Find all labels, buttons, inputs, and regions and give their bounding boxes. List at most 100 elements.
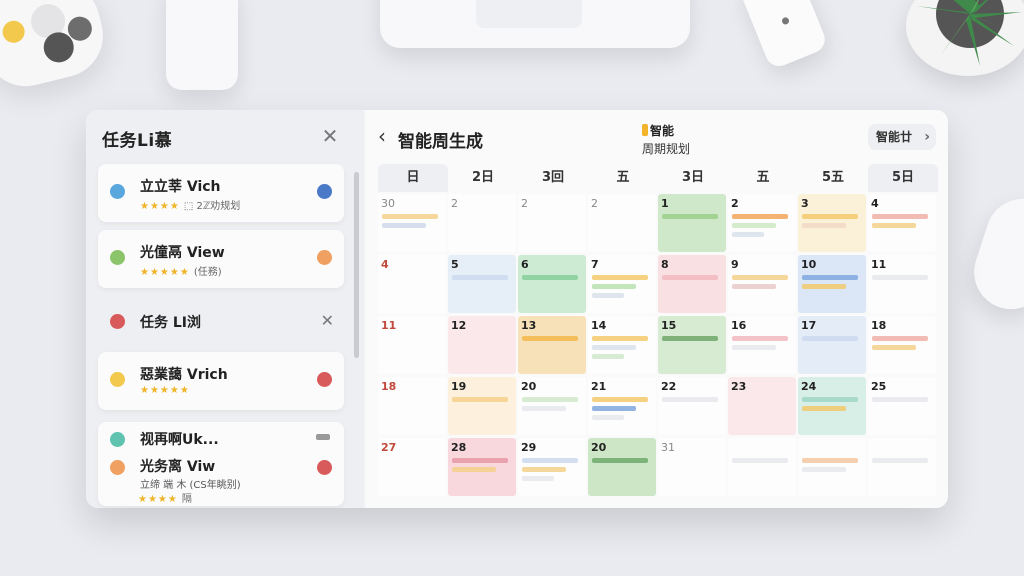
event-bar[interactable] xyxy=(732,232,764,237)
event-bar[interactable] xyxy=(732,336,788,341)
event-bar[interactable] xyxy=(522,458,578,463)
calendar-day-cell[interactable]: 18 xyxy=(378,377,446,435)
calendar-day-cell[interactable]: 12 xyxy=(448,316,516,374)
event-bar[interactable] xyxy=(662,214,718,219)
calendar-day-cell[interactable]: 7 xyxy=(588,255,656,313)
sidebar-scrollbar[interactable] xyxy=(354,172,359,358)
event-bar[interactable] xyxy=(522,397,578,402)
event-bar[interactable] xyxy=(522,275,578,280)
calendar-day-cell[interactable]: 23 xyxy=(728,377,796,435)
event-bar[interactable] xyxy=(732,284,776,289)
event-bar[interactable] xyxy=(732,275,788,280)
event-bar[interactable] xyxy=(592,397,648,402)
event-bar[interactable] xyxy=(802,214,858,219)
event-bar[interactable] xyxy=(802,467,846,472)
calendar-day-cell[interactable]: 13 xyxy=(518,316,586,374)
event-bar[interactable] xyxy=(662,275,718,280)
task-status-dot[interactable] xyxy=(317,372,332,387)
task-card[interactable]: 视再啊Uk... 光务离 Viw 立缔 端 木 (CS年眺别) ★★★★ 隔 xyxy=(98,422,344,506)
event-bar[interactable] xyxy=(522,467,566,472)
event-bar[interactable] xyxy=(592,415,624,420)
chevron-left-icon[interactable]: ‹ xyxy=(378,124,386,148)
event-bar[interactable] xyxy=(452,397,508,402)
calendar-day-cell[interactable]: 22 xyxy=(658,377,726,435)
event-bar[interactable] xyxy=(802,397,858,402)
event-bar[interactable] xyxy=(522,406,566,411)
calendar-day-cell[interactable]: 21 xyxy=(588,377,656,435)
event-bar[interactable] xyxy=(802,336,858,341)
calendar-day-cell[interactable]: 16 xyxy=(728,316,796,374)
event-bar[interactable] xyxy=(592,345,636,350)
calendar-day-cell[interactable]: 19 xyxy=(448,377,516,435)
event-bar[interactable] xyxy=(662,336,718,341)
event-bar[interactable] xyxy=(802,275,858,280)
calendar-day-cell[interactable]: 11 xyxy=(378,316,446,374)
calendar-day-cell[interactable] xyxy=(728,438,796,496)
calendar-day-cell[interactable] xyxy=(798,438,866,496)
event-bar[interactable] xyxy=(452,458,508,463)
event-bar[interactable] xyxy=(872,345,916,350)
calendar-day-cell[interactable]: 6 xyxy=(518,255,586,313)
event-bar[interactable] xyxy=(732,345,776,350)
event-bar[interactable] xyxy=(592,354,624,359)
calendar-day-cell[interactable]: 25 xyxy=(868,377,936,435)
event-bar[interactable] xyxy=(732,214,788,219)
calendar-day-cell[interactable]: 20 xyxy=(588,438,656,496)
event-bar[interactable] xyxy=(452,275,508,280)
event-bar[interactable] xyxy=(802,406,846,411)
calendar-day-cell[interactable]: 1 xyxy=(658,194,726,252)
task-card[interactable]: 立立莘 Vich ★★★★ ⬚ 2ℤ劝规划 xyxy=(98,164,344,222)
event-bar[interactable] xyxy=(872,275,928,280)
calendar-day-cell[interactable]: 5 xyxy=(448,255,516,313)
event-bar[interactable] xyxy=(872,336,928,341)
calendar-day-cell[interactable] xyxy=(868,438,936,496)
event-bar[interactable] xyxy=(662,397,718,402)
calendar-day-cell[interactable]: 27 xyxy=(378,438,446,496)
calendar-day-cell[interactable]: 24 xyxy=(798,377,866,435)
calendar-day-cell[interactable]: 3 xyxy=(798,194,866,252)
calendar-day-cell[interactable]: 2 xyxy=(588,194,656,252)
event-bar[interactable] xyxy=(592,458,648,463)
task-status-dot[interactable] xyxy=(317,250,332,265)
event-bar[interactable] xyxy=(872,458,928,463)
event-bar[interactable] xyxy=(522,476,554,481)
calendar-day-cell[interactable]: 4 xyxy=(378,255,446,313)
event-bar[interactable] xyxy=(802,284,846,289)
calendar-day-cell[interactable]: 2 xyxy=(448,194,516,252)
event-bar[interactable] xyxy=(522,336,578,341)
calendar-day-cell[interactable]: 28 xyxy=(448,438,516,496)
event-bar[interactable] xyxy=(732,223,776,228)
event-bar[interactable] xyxy=(382,223,426,228)
close-icon[interactable]: ✕ xyxy=(321,311,334,330)
calendar-day-cell[interactable]: 20 xyxy=(518,377,586,435)
calendar-day-cell[interactable]: 2 xyxy=(728,194,796,252)
calendar-day-cell[interactable]: 18 xyxy=(868,316,936,374)
task-status-dot[interactable] xyxy=(317,460,332,475)
calendar-day-cell[interactable]: 8 xyxy=(658,255,726,313)
task-status-dot[interactable] xyxy=(317,184,332,199)
event-bar[interactable] xyxy=(452,467,496,472)
event-bar[interactable] xyxy=(802,223,846,228)
event-bar[interactable] xyxy=(592,406,636,411)
event-bar[interactable] xyxy=(592,336,648,341)
event-bar[interactable] xyxy=(872,223,916,228)
calendar-day-cell[interactable]: 9 xyxy=(728,255,796,313)
calendar-day-cell[interactable]: 10 xyxy=(798,255,866,313)
event-bar[interactable] xyxy=(872,397,928,402)
event-bar[interactable] xyxy=(592,293,624,298)
drag-handle-icon[interactable] xyxy=(316,434,330,440)
calendar-day-cell[interactable]: 31 xyxy=(658,438,726,496)
calendar-day-cell[interactable]: 14 xyxy=(588,316,656,374)
event-bar[interactable] xyxy=(802,458,858,463)
event-bar[interactable] xyxy=(382,214,438,219)
task-card[interactable]: 光僮鬲 View ★★★★★ (任務) xyxy=(98,230,344,288)
event-bar[interactable] xyxy=(872,214,928,219)
calendar-day-cell[interactable]: 17 xyxy=(798,316,866,374)
calendar-day-cell[interactable]: 2 xyxy=(518,194,586,252)
task-card[interactable]: 惡業藹 Vrich ★★★★★ xyxy=(98,352,344,410)
calendar-day-cell[interactable]: 4 xyxy=(868,194,936,252)
calendar-day-cell[interactable]: 11 xyxy=(868,255,936,313)
calendar-day-cell[interactable]: 29 xyxy=(518,438,586,496)
smart-view-button[interactable]: 智能廿 › xyxy=(867,124,936,150)
event-bar[interactable] xyxy=(732,458,788,463)
